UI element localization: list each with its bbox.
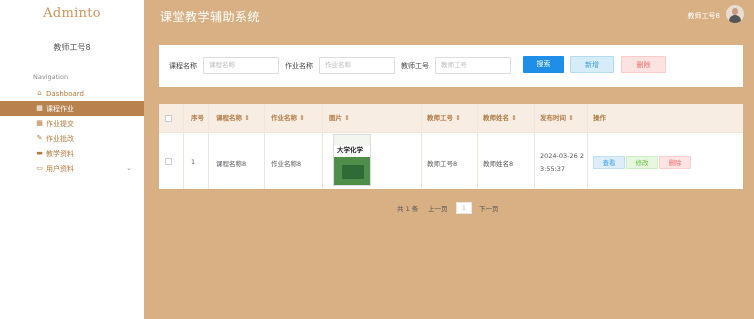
edit-icon: ✎ [36, 134, 43, 142]
pagination-total: 共 1 条 [397, 205, 419, 213]
view-button[interactable]: 查看 [593, 156, 625, 169]
cell-publish-time: 3:55:37 [540, 165, 566, 173]
header-teacher-id[interactable]: 教师工号 ⇕ [427, 104, 461, 132]
cell-course-name: 课程名称8 [216, 160, 247, 168]
course-name-label: 课程名称 [169, 62, 197, 70]
cell-publish-date: 2024-03-26 2 [540, 152, 584, 160]
select-all-checkbox[interactable] [165, 115, 172, 122]
column-divider [534, 104, 535, 189]
header-index: 序号 [191, 114, 204, 122]
header-actions: 操作 [593, 114, 606, 122]
delete-button[interactable]: 删除 [621, 56, 666, 73]
sidebar-item-homework-grading[interactable]: ✎ 作业批改 [30, 131, 144, 146]
sidebar-item-label: 教学资料 [46, 149, 74, 158]
data-table: 序号 课程名称 ⇕ 作业名称 ⇕ 图片 ⇕ 教师工号 ⇕ 教师姓名 ⇕ 发布时间… [159, 104, 743, 189]
table-divider [159, 132, 743, 133]
sidebar-item-label: 课程作业 [46, 104, 74, 113]
cell-book-cover-image[interactable]: 大学化学 [333, 134, 371, 186]
avatar-body [729, 15, 741, 23]
pagination-next[interactable]: 下一页 [479, 203, 499, 213]
sidebar-item-label: 作业提交 [46, 119, 74, 128]
homework-name-input[interactable]: 作业名称 [319, 57, 395, 74]
cell-index: 1 [191, 158, 196, 166]
home-icon: ⌂ [37, 89, 42, 97]
sidebar-item-dashboard[interactable]: ⌂ Dashboard [30, 86, 144, 101]
course-name-input[interactable]: 课程名称 [203, 57, 279, 74]
column-divider [183, 104, 184, 189]
column-divider [208, 104, 209, 189]
avatar[interactable] [726, 5, 744, 23]
pagination-prev[interactable]: 上一页 [428, 203, 448, 213]
edit-button[interactable]: 修改 [626, 156, 658, 169]
grid-icon: ▦ [36, 104, 43, 112]
app-logo[interactable]: Adminto [0, 6, 144, 21]
teacher-id-label: 教师工号 [401, 62, 429, 70]
column-divider [477, 104, 478, 189]
header-publish-time[interactable]: 发布时间 ⇕ [540, 104, 574, 132]
sidebar-username: 教师工号8 [53, 43, 91, 52]
sidebar-item-course-homework[interactable]: ▦ 课程作业 [0, 101, 144, 116]
briefcase-icon: ▬ [36, 149, 43, 157]
header-username[interactable]: 教师工号8 [688, 11, 720, 21]
pagination-page[interactable]: 1 [456, 202, 472, 214]
chevron-down-icon: ⌄ [126, 164, 132, 172]
cover-title: 大学化学 [337, 146, 363, 154]
folder-icon: ▭ [36, 164, 43, 172]
grid-icon: ▦ [36, 119, 43, 127]
avatar-head [732, 8, 738, 15]
sidebar-menu: ⌂ Dashboard ▦ 课程作业 ▦ 作业提交 ✎ 作业批改 ▬ 教学资料 … [0, 86, 144, 176]
sidebar-item-homework-submit[interactable]: ▦ 作业提交 [30, 116, 144, 131]
sidebar: Adminto 教师工号8 Navigation ⌂ Dashboard ▦ 课… [0, 0, 144, 319]
cell-teacher-name: 教师姓名8 [483, 160, 514, 168]
sidebar-item-label: Dashboard [46, 89, 84, 98]
sidebar-item-teaching-materials[interactable]: ▬ 教学资料 [30, 146, 144, 161]
column-divider [587, 104, 588, 189]
sidebar-item-user-profile[interactable]: ▭ 用户资料 ⌄ [30, 161, 144, 176]
add-button[interactable]: 新增 [570, 56, 614, 73]
homework-name-label: 作业名称 [285, 62, 313, 70]
row-delete-button[interactable]: 删除 [659, 156, 691, 169]
sidebar-item-label: 作业批改 [46, 134, 74, 143]
row-checkbox[interactable] [165, 158, 172, 165]
header-teacher-name[interactable]: 教师姓名 ⇕ [483, 104, 517, 132]
header-image[interactable]: 图片 ⇕ [329, 104, 350, 132]
cell-teacher-id: 教师工号8 [427, 160, 458, 168]
nav-section-label: Navigation [33, 73, 69, 81]
column-divider [264, 104, 265, 189]
teacher-id-input[interactable]: 教师工号 [435, 57, 511, 74]
column-divider [421, 104, 422, 189]
header-course-name[interactable]: 课程名称 ⇕ [216, 104, 250, 132]
search-button[interactable]: 搜索 [523, 56, 564, 73]
search-panel: 课程名称 课程名称 作业名称 作业名称 教师工号 教师工号 搜索 新增 删除 [159, 45, 743, 87]
cell-homework-name: 作业名称8 [271, 160, 302, 168]
sidebar-item-label: 用户资料 [46, 164, 74, 173]
cover-art [342, 165, 364, 179]
column-divider [322, 104, 323, 189]
page-title: 课堂教学辅助系统 [160, 10, 261, 24]
header-homework-name[interactable]: 作业名称 ⇕ [271, 104, 305, 132]
